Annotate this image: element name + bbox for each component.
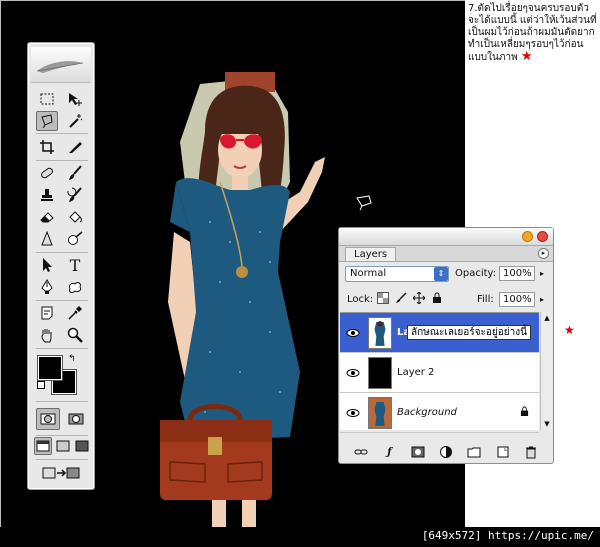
- layer-row-layer-2[interactable]: Layer 2: [340, 353, 539, 393]
- toolbox-divider: [36, 252, 88, 253]
- full-screen-menu-mode-icon[interactable]: [54, 437, 72, 455]
- default-colors-icon[interactable]: [37, 381, 45, 389]
- opacity-label: Opacity:: [455, 268, 497, 279]
- toolbox-divider: [36, 300, 88, 301]
- layers-tab-bar: Layers ▸: [339, 246, 553, 262]
- blur-tool-icon[interactable]: [36, 229, 58, 249]
- lock-transparent-icon[interactable]: [377, 292, 389, 304]
- layer-name: Background: [397, 407, 457, 418]
- paint-bucket-tool-icon[interactable]: [64, 207, 86, 227]
- eyedropper-tool-icon[interactable]: [64, 303, 86, 323]
- move-tool-icon[interactable]: [64, 89, 86, 109]
- new-layer-icon[interactable]: [496, 445, 510, 459]
- visibility-eye-icon[interactable]: [346, 367, 360, 379]
- layer-callout-label: ลักษณะเลเยอร์จะอยู่อย่างนี้: [407, 325, 531, 340]
- image-credit: [649x572] https://upic.me/: [421, 529, 594, 542]
- fill-input[interactable]: 100%: [499, 292, 535, 307]
- lock-label: Lock:: [347, 294, 374, 305]
- delete-layer-icon[interactable]: [524, 445, 538, 459]
- woman-cutout-image: [160, 72, 325, 527]
- clone-stamp-tool-icon[interactable]: [36, 185, 58, 205]
- close-icon[interactable]: [537, 231, 548, 242]
- lock-image-icon[interactable]: [395, 292, 407, 304]
- opacity-stepper-icon[interactable]: ▸: [536, 266, 548, 281]
- notes-tool-icon[interactable]: [36, 303, 58, 323]
- tools-panel: T ↰: [27, 42, 95, 490]
- zoom-tool-icon[interactable]: [64, 325, 86, 345]
- toolbox-divider: [36, 401, 88, 402]
- lasso-tool-icon[interactable]: [36, 111, 58, 131]
- brush-tool-icon[interactable]: [64, 163, 86, 183]
- link-layers-icon[interactable]: [354, 445, 368, 459]
- foreground-color-swatch[interactable]: [37, 355, 63, 381]
- type-tool-icon[interactable]: T: [64, 255, 86, 275]
- layer-thumbnail: [368, 317, 392, 349]
- instruction-text: 7.ตัดไปเรื่อยๆจนครบรอบตัว จะได้แบบนี้ แต…: [468, 3, 598, 64]
- jump-to-imageready-icon[interactable]: [38, 463, 84, 483]
- layer-row-background[interactable]: Background: [340, 393, 539, 433]
- polygonal-lasso-cursor-icon: [356, 195, 372, 211]
- toolbox-header[interactable]: [31, 47, 91, 83]
- hand-tool-icon[interactable]: [36, 325, 58, 345]
- standard-screen-mode-icon[interactable]: [34, 437, 52, 455]
- toolbox-divider: [36, 160, 88, 161]
- layer-thumbnail: [368, 357, 392, 389]
- slice-tool-icon[interactable]: [64, 137, 86, 157]
- layer-style-icon[interactable]: ƒ: [382, 445, 396, 459]
- adjustment-layer-icon[interactable]: [439, 445, 453, 459]
- full-screen-mode-icon[interactable]: [73, 437, 91, 455]
- layers-scrollbar[interactable]: ▲ ▼: [540, 312, 552, 430]
- select-arrows-icon: ⇕: [434, 267, 448, 281]
- feather-logo-icon: [36, 61, 84, 73]
- marquee-tool-icon[interactable]: [36, 89, 58, 109]
- minimize-icon[interactable]: [522, 231, 533, 242]
- scroll-down-icon[interactable]: ▼: [541, 418, 553, 430]
- toolbox-divider: [36, 435, 88, 436]
- toolbox-divider: [36, 348, 88, 349]
- layer-name: Layer 2: [397, 367, 435, 378]
- layer-thumbnail: [368, 397, 392, 429]
- lock-position-icon[interactable]: [412, 291, 426, 305]
- swap-colors-icon[interactable]: ↰: [68, 354, 76, 364]
- layers-panel-titlebar[interactable]: [339, 228, 553, 246]
- magic-wand-tool-icon[interactable]: [64, 111, 86, 131]
- quick-mask-mode-icon[interactable]: [64, 408, 88, 430]
- panel-menu-icon[interactable]: ▸: [538, 248, 549, 259]
- star-icon: ★: [520, 49, 533, 64]
- opacity-input[interactable]: 100%: [499, 266, 535, 281]
- crop-tool-icon[interactable]: [36, 137, 58, 157]
- tab-layers[interactable]: Layers: [345, 247, 397, 261]
- new-group-icon[interactable]: [467, 445, 481, 459]
- lock-icon: [520, 406, 529, 420]
- blend-mode-value: Normal: [350, 268, 387, 279]
- toolbox-divider: [36, 459, 88, 460]
- lock-options: [377, 291, 443, 305]
- fill-label: Fill:: [477, 294, 494, 305]
- lock-all-icon[interactable]: [431, 292, 443, 304]
- add-mask-icon[interactable]: [411, 445, 425, 459]
- path-selection-tool-icon[interactable]: [36, 255, 58, 275]
- fill-stepper-icon[interactable]: ▸: [536, 292, 548, 307]
- history-brush-tool-icon[interactable]: [64, 185, 86, 205]
- pen-tool-icon[interactable]: [36, 277, 58, 297]
- custom-shape-tool-icon[interactable]: [64, 277, 86, 297]
- healing-brush-tool-icon[interactable]: [36, 163, 58, 183]
- visibility-eye-icon[interactable]: [346, 407, 360, 419]
- scroll-up-icon[interactable]: ▲: [541, 312, 553, 324]
- dodge-tool-icon[interactable]: [64, 229, 86, 249]
- layers-panel: Layers ▸ Normal ⇕ Opacity: 100% ▸ Lock: …: [338, 227, 554, 464]
- blend-mode-select[interactable]: Normal ⇕: [345, 266, 449, 282]
- eraser-tool-icon[interactable]: [36, 207, 58, 227]
- layers-footer-toolbar: ƒ: [339, 442, 553, 462]
- star-icon: ★: [564, 323, 575, 337]
- standard-mode-icon[interactable]: [36, 408, 60, 430]
- visibility-eye-icon[interactable]: [346, 327, 360, 339]
- toolbox-divider: [36, 133, 88, 134]
